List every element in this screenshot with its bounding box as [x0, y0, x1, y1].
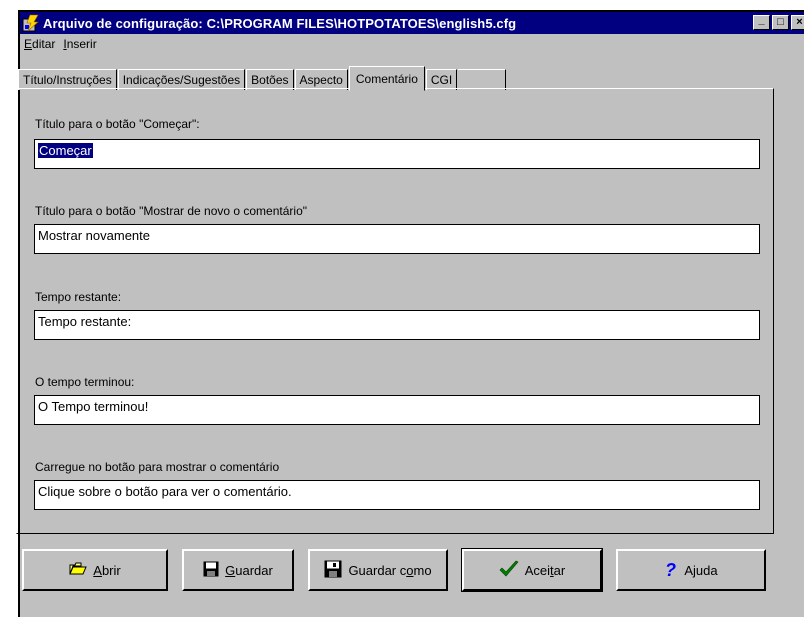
save-button-label-rest: uardar [235, 562, 273, 578]
show-feedback-again-input[interactable]: Mostrar novamente [34, 224, 760, 254]
close-button[interactable]: × [791, 15, 804, 30]
save-as-button-label: Guardar como [348, 563, 431, 578]
save-as-button-label-start: Guardar c [348, 562, 407, 578]
open-button-label: Abrir [93, 563, 120, 578]
minimize-button[interactable]: _ [753, 13, 770, 30]
show-feedback-again-label: Título para o botão "Mostrar de novo o c… [35, 204, 307, 218]
floppy-disk-icon [203, 561, 219, 580]
start-button-title-input[interactable]: Começar [34, 139, 760, 169]
menu-inserir-label: nserir [66, 37, 97, 51]
menu-editar-label: ditar [32, 37, 56, 51]
tab-cgi[interactable]: CGI [425, 69, 458, 90]
time-over-label: O tempo terminou: [35, 375, 135, 389]
save-as-button[interactable]: Guardar como [308, 549, 448, 591]
save-button-label: Guardar [225, 563, 273, 578]
floppy-save-as-icon [324, 560, 342, 581]
save-button[interactable]: Guardar [182, 549, 294, 591]
tab-strip-filler [458, 69, 507, 90]
help-button-label-rest: uda [695, 562, 718, 578]
menu-editar-hotkey: E [24, 37, 33, 51]
button-row: Abrir Guardar Guardar como Aceitar ? Aju… [22, 548, 766, 592]
time-remaining-input[interactable]: Tempo restante: [34, 310, 760, 340]
time-remaining-label: Tempo restante: [35, 290, 122, 304]
question-mark-icon: ? [664, 560, 678, 581]
save-as-button-label-rest: mo [413, 562, 432, 578]
checkmark-icon [499, 560, 519, 581]
close-icon: × [796, 16, 803, 28]
start-button-title-value: Começar [38, 143, 93, 158]
hotpotatoes-app-icon[interactable] [22, 14, 40, 32]
maximize-icon: □ [777, 16, 784, 28]
folder-open-icon [69, 562, 88, 579]
start-button-title-label: Título para o botão "Começar": [35, 117, 200, 131]
maximize-button[interactable]: □ [772, 15, 789, 30]
time-over-input[interactable]: O Tempo terminou! [34, 395, 760, 425]
tab-strip: Título/Instruções Indicações/Sugestões B… [18, 66, 507, 91]
title-bar[interactable]: Arquivo de configuração: C:\PROGRAM FILE… [20, 12, 804, 34]
show-feedback-prompt-input[interactable]: Clique sobre o botão para ver o comentár… [34, 480, 760, 510]
open-button[interactable]: Abrir [22, 549, 168, 591]
svg-text:?: ? [665, 560, 676, 578]
open-button-label-rest: brir [101, 562, 121, 578]
accept-button[interactable]: Aceitar [461, 548, 603, 592]
show-feedback-prompt-label: Carregue no botão para mostrar o comentá… [35, 460, 280, 474]
tab-comentario[interactable]: Comentário [348, 66, 425, 91]
save-button-hotkey: G [225, 562, 236, 578]
tab-indicacoes-sugestoes[interactable]: Indicações/Sugestões [117, 69, 246, 90]
open-button-hotkey: A [93, 562, 102, 578]
help-button-label-start: A [684, 562, 694, 578]
menu-inserir[interactable]: Inserir [59, 37, 100, 55]
tab-botoes[interactable]: Botões [246, 69, 294, 90]
accept-button-label-start: Acei [524, 562, 551, 578]
menu-bar: Editar Inserir [20, 37, 101, 55]
tab-aspecto[interactable]: Aspecto [294, 69, 348, 90]
help-button-label: Ajuda [684, 563, 717, 578]
menu-editar[interactable]: Editar [20, 37, 59, 55]
help-button[interactable]: ? Ajuda [616, 549, 766, 591]
minimize-icon: _ [758, 13, 765, 26]
accept-button-label-rest: ar [553, 562, 566, 578]
tab-titulo-instrucoes[interactable]: Título/Instruções [18, 69, 117, 90]
window-title: Arquivo de configuração: C:\PROGRAM FILE… [43, 15, 517, 31]
accept-button-label: Aceitar [525, 563, 565, 578]
